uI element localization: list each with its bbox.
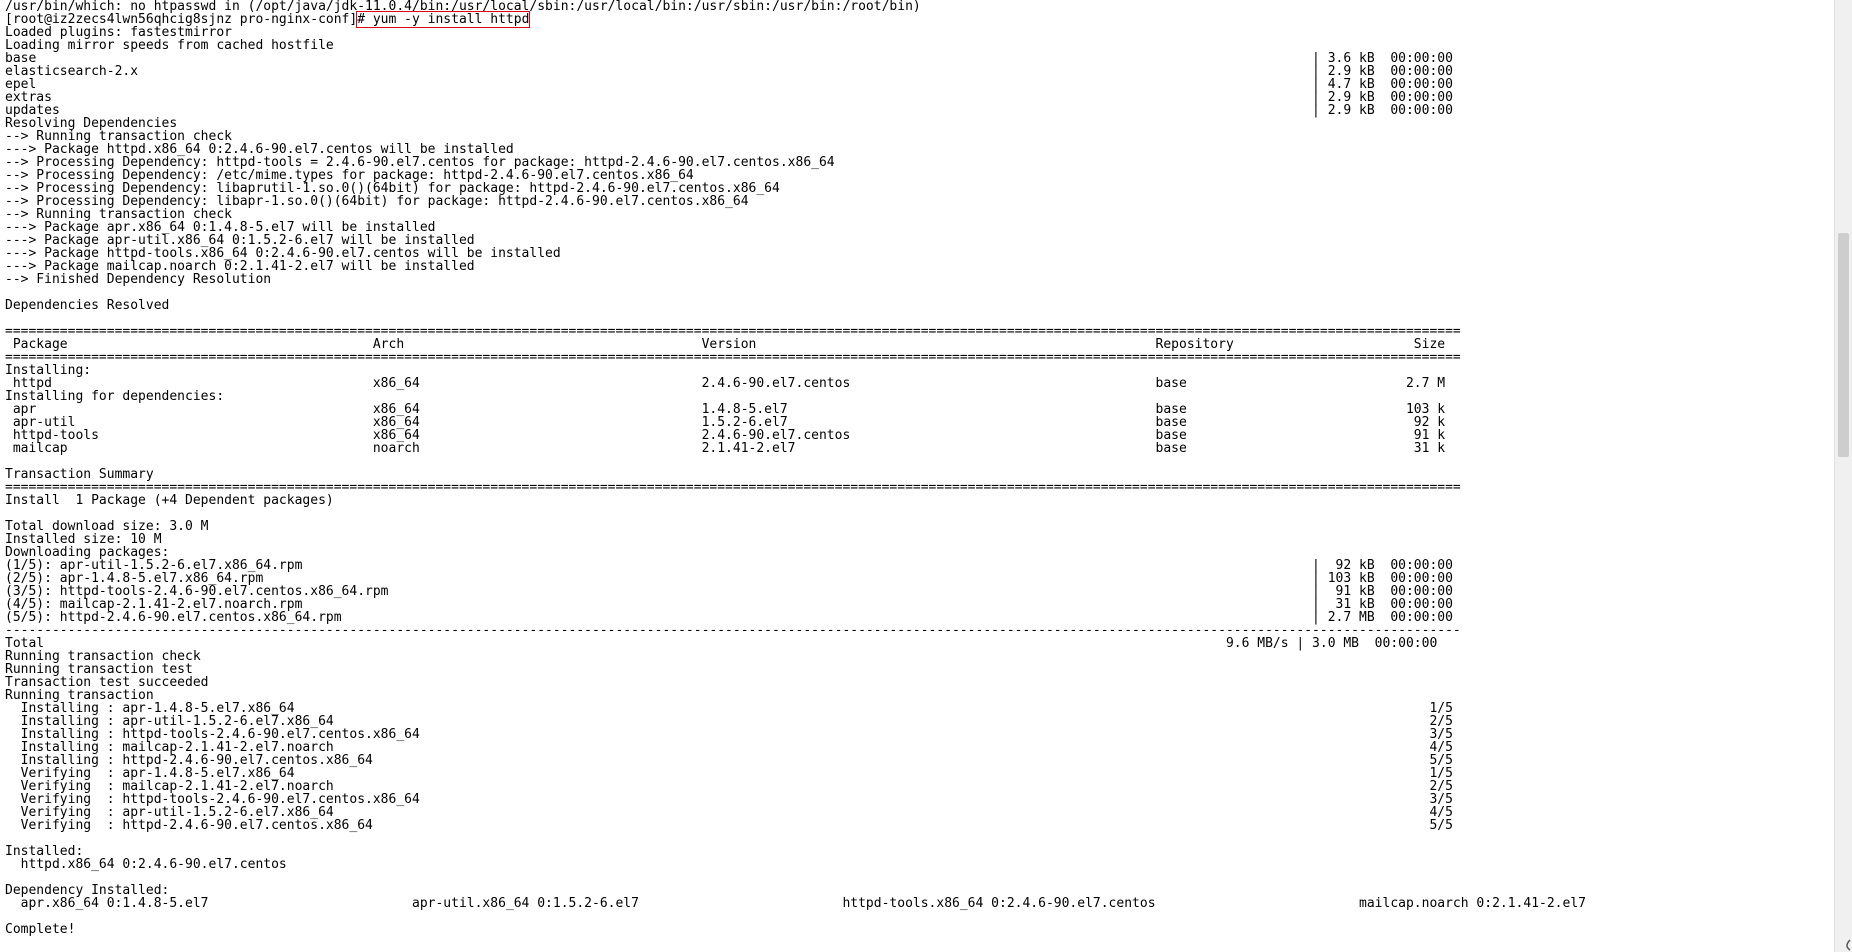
terminal-output[interactable]: /usr/bin/which: no htpasswd in (/opt/jav… [0,0,1834,936]
terminal-line: Installed size: 10 M [5,532,162,547]
terminal-line: Complete! [5,922,76,937]
terminal-line: --> Processing Dependency: libapr-1.so.0… [5,194,749,209]
terminal-line: updates | 2.9 kB 00:00:00 [5,103,1453,118]
terminal-line: Running transaction check [5,649,201,664]
terminal-line: Total download size: 3.0 M [5,519,209,534]
terminal-window[interactable]: /usr/bin/which: no htpasswd in (/opt/jav… [0,0,1834,952]
terminal-line: --> Finished Dependency Resolution [5,272,272,287]
terminal-line: Resolving Dependencies [5,116,178,131]
terminal-line: Transaction test succeeded [5,675,209,690]
terminal-line: httpd.x86_64 0:2.4.6-90.el7.centos [5,857,287,872]
resize-grip-icon [1846,939,1851,951]
terminal-line: ========================================… [5,350,1461,365]
terminal-line: httpd x86_64 2.4.6-90.el7.centos base 2.… [5,376,1446,391]
terminal-line: apr.x86_64 0:1.4.8-5.el7 apr-util.x86_64… [5,896,1586,911]
terminal-line: Install 1 Package (+4 Dependent packages… [5,493,334,508]
terminal-line: [root@iz2zecs4lwn56qhcig8sjnz pro-nginx-… [5,11,531,28]
terminal-line: Total 9.6 MB/s | 3.0 MB 00:00:00 [5,636,1438,651]
highlighted-command: # yum -y install httpd [356,11,531,28]
terminal-line: Running transaction test [5,662,193,677]
scrollbar-thumb[interactable] [1838,233,1849,457]
terminal-line: Verifying : httpd-2.4.6-90.el7.centos.x8… [5,818,1453,833]
vertical-scrollbar[interactable] [1834,0,1852,952]
terminal-line: Dependencies Resolved [5,298,170,313]
terminal-line: ---> Package mailcap.noarch 0:2.1.41-2.e… [5,259,475,274]
terminal-line: mailcap noarch 2.1.41-2.el7 base 31 k [5,441,1446,456]
